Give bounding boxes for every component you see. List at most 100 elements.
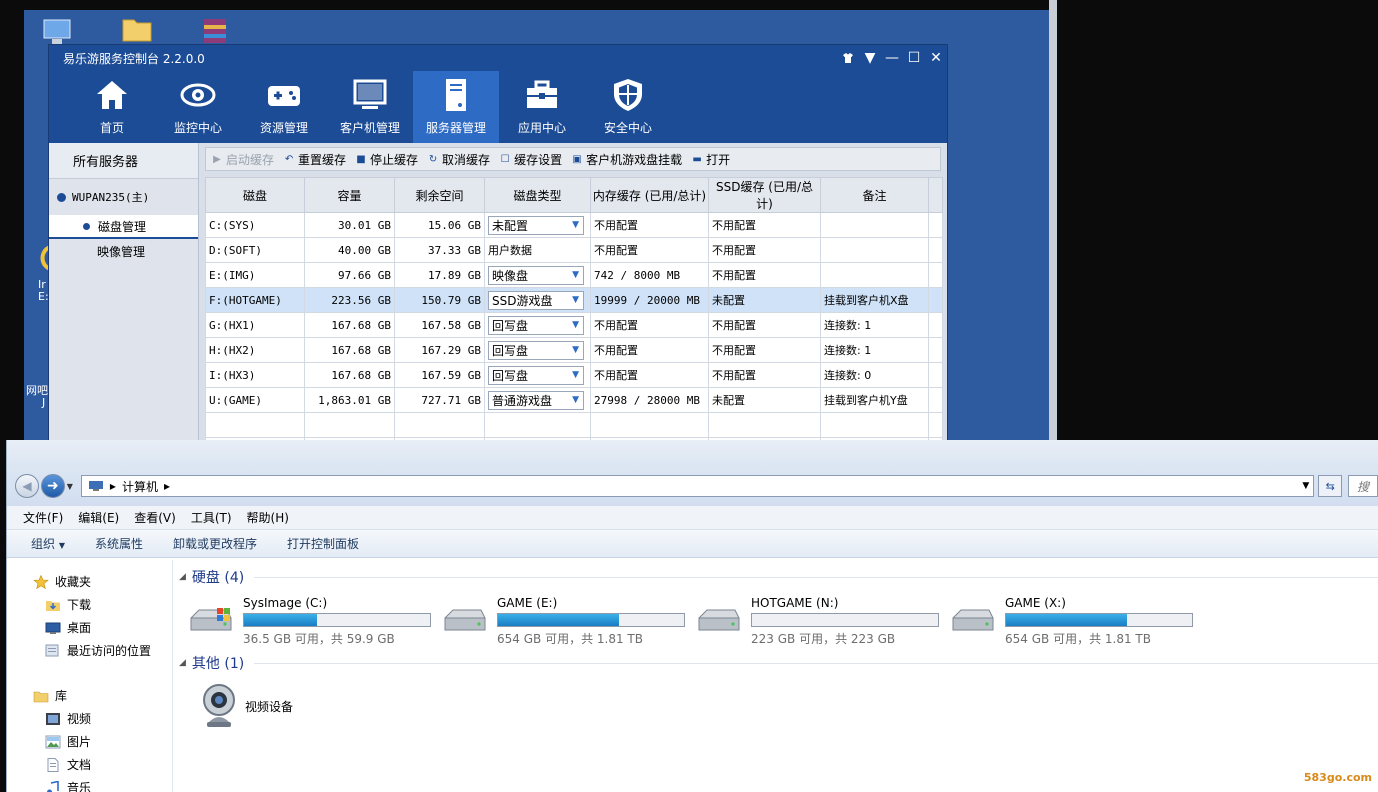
- nav-monitor-center[interactable]: 监控中心: [155, 71, 241, 143]
- menu-dropdown-icon[interactable]: ▼: [859, 47, 881, 69]
- server-console-window: 易乐游服务控制台 2.2.0.0 ▼ — ☐ ✕ 首页 监控中心 资源管理 客户…: [48, 44, 948, 444]
- server-expand-icon[interactable]: [57, 192, 66, 202]
- nav-pictures[interactable]: 图片: [7, 730, 172, 753]
- reset-cache-button[interactable]: ↶ 重置缓存: [284, 151, 346, 168]
- open-control-panel-button[interactable]: 打开控制面板: [287, 535, 359, 552]
- breadcrumb-separator-icon[interactable]: ▸: [110, 479, 116, 493]
- uninstall-program-button[interactable]: 卸载或更改程序: [173, 535, 257, 552]
- drive-tile[interactable]: GAME (E:) 654 GB 可用，共 1.81 TB: [433, 596, 685, 646]
- cancel-cache-button[interactable]: ↻ 取消缓存: [428, 151, 490, 168]
- table-row[interactable]: U:(GAME) 1,863.01 GB 727.71 GB 普通游戏盘 ▼ 27998 …: [205, 387, 943, 413]
- column-header[interactable]: 备注: [820, 177, 929, 213]
- nav-resource-mgmt[interactable]: 资源管理: [241, 71, 327, 143]
- explorer-titlebar[interactable]: [7, 440, 1378, 466]
- organize-button[interactable]: 组织 ▼: [31, 535, 65, 552]
- disk-type-select[interactable]: 普通游戏盘 ▼: [488, 390, 584, 410]
- column-header[interactable]: SSD缓存 (已用/总计): [708, 177, 821, 213]
- drive-tile[interactable]: SysImage (C:) 36.5 GB 可用，共 59.9 GB: [179, 596, 431, 646]
- search-input[interactable]: 搜: [1348, 475, 1378, 497]
- column-header[interactable]: 内存缓存 (已用/总计): [590, 177, 709, 213]
- archive-icon[interactable]: [198, 16, 232, 46]
- sidebar-item-disk-mgmt[interactable]: 磁盘管理: [49, 215, 198, 239]
- table-row[interactable]: D:(SOFT) 40.00 GB 37.33 GB 用户数据 不用配置 不用配置: [205, 237, 943, 263]
- nav-recent-places[interactable]: 最近访问的位置: [7, 639, 172, 662]
- nav-downloads[interactable]: 下载: [7, 593, 172, 616]
- breadcrumb-computer[interactable]: 计算机: [122, 478, 158, 495]
- disk-type-select[interactable]: SSD游戏盘 ▼: [488, 290, 584, 310]
- column-header[interactable]: 磁盘类型: [484, 177, 591, 213]
- nav-music[interactable]: 音乐: [7, 776, 172, 792]
- maximize-icon[interactable]: ☐: [903, 47, 925, 69]
- open-button[interactable]: ▬ 打开: [692, 151, 730, 168]
- sidebar-server-node[interactable]: WUPAN235(主): [49, 179, 198, 215]
- group-header-hard-disks[interactable]: ◢ 硬盘 (4): [179, 566, 1378, 588]
- table-cell-capacity: 40.00 GB: [304, 237, 395, 263]
- skin-icon[interactable]: [837, 47, 859, 69]
- stop-cache-button[interactable]: ■ 停止缓存: [356, 151, 418, 168]
- refresh-button[interactable]: ⇆: [1318, 475, 1343, 497]
- group-header-other[interactable]: ◢ 其他 (1): [179, 652, 1378, 674]
- nav-label: 桌面: [67, 621, 92, 635]
- menu-view[interactable]: 查看(V): [134, 509, 176, 526]
- minimize-icon[interactable]: —: [881, 47, 903, 69]
- menu-tools[interactable]: 工具(T): [191, 509, 232, 526]
- table-row[interactable]: C:(SYS) 30.01 GB 15.06 GB 未配置 ▼ 不用配置 不用配置: [205, 212, 943, 238]
- disk-type-select[interactable]: 回写盘 ▼: [488, 315, 584, 335]
- drive-tile[interactable]: HOTGAME (N:) 223 GB 可用，共 223 GB: [687, 596, 939, 646]
- explorer-menubar: 文件(F) 编辑(E) 查看(V) 工具(T) 帮助(H): [7, 506, 1378, 530]
- button-label: 停止缓存: [370, 152, 419, 167]
- column-header[interactable]: 剩余空间: [394, 177, 485, 213]
- console-titlebar[interactable]: 易乐游服务控制台 2.2.0.0 ▼ — ☐ ✕: [49, 45, 947, 71]
- table-cell-note: 挂载到客户机X盘: [820, 287, 929, 313]
- table-row[interactable]: E:(IMG) 97.66 GB 17.89 GB 映像盘 ▼ 742 / 8000 MB…: [205, 262, 943, 288]
- disk-type-select[interactable]: 未配置 ▼: [488, 215, 584, 235]
- nav-documents[interactable]: 文档: [7, 753, 172, 776]
- nav-libraries[interactable]: 库: [7, 684, 172, 707]
- history-dropdown-icon[interactable]: ▼: [67, 482, 73, 491]
- folder-icon[interactable]: [120, 14, 154, 44]
- nav-security-center[interactable]: 安全中心: [585, 71, 671, 143]
- collapse-triangle-icon[interactable]: ◢: [179, 572, 186, 582]
- back-button[interactable]: ◀: [15, 474, 39, 498]
- disk-type-select[interactable]: 回写盘 ▼: [488, 365, 584, 385]
- menu-edit[interactable]: 编辑(E): [78, 509, 119, 526]
- column-header[interactable]: 磁盘: [205, 177, 305, 213]
- table-cell-free: 37.33 GB: [394, 237, 485, 263]
- drive-tile[interactable]: GAME (X:) 654 GB 可用，共 1.81 TB: [941, 596, 1193, 646]
- menu-help[interactable]: 帮助(H): [247, 509, 289, 526]
- disk-type-select[interactable]: 映像盘 ▼: [488, 265, 584, 285]
- disk-type-select[interactable]: 回写盘 ▼: [488, 340, 584, 360]
- table-row[interactable]: H:(HX2) 167.68 GB 167.29 GB 回写盘 ▼ 不用配置 不用配置 连接数…: [205, 337, 943, 363]
- start-cache-button[interactable]: ▶ 启动缓存: [212, 151, 274, 168]
- server-sidebar: 所有服务器 WUPAN235(主) 磁盘管理 映像管理: [49, 143, 199, 443]
- gamepad-icon: [268, 86, 300, 106]
- table-row[interactable]: F:(HOTGAME) 223.56 GB 150.79 GB SSD游戏盘 ▼ 1999…: [205, 287, 943, 313]
- nav-client-mgmt[interactable]: 客户机管理: [327, 71, 413, 143]
- console-nav: 首页 监控中心 资源管理 客户机管理 服务器管理 应用中心 安全中心: [49, 71, 947, 143]
- client-mount-button[interactable]: ▣ 客户机游戏盘挂载: [572, 151, 682, 168]
- nav-desktop[interactable]: 桌面: [7, 616, 172, 639]
- collapse-triangle-icon[interactable]: ◢: [179, 658, 186, 668]
- sidebar-item-image-mgmt[interactable]: 映像管理: [49, 239, 198, 263]
- system-properties-button[interactable]: 系统属性: [95, 535, 143, 552]
- nav-home[interactable]: 首页: [69, 71, 155, 143]
- menu-file[interactable]: 文件(F): [23, 509, 63, 526]
- table-row[interactable]: G:(HX1) 167.68 GB 167.58 GB 回写盘 ▼ 不用配置 不用配置 连接数…: [205, 312, 943, 338]
- column-header[interactable]: 容量: [304, 177, 395, 213]
- address-input[interactable]: ▸ 计算机 ▸ ▼: [80, 475, 1315, 497]
- table-row[interactable]: I:(HX3) 167.68 GB 167.59 GB 回写盘 ▼ 不用配置 不用配置 连接数…: [205, 362, 943, 388]
- table-cell-note: [820, 262, 929, 288]
- nav-app-center[interactable]: 应用中心: [499, 71, 585, 143]
- nav-server-mgmt[interactable]: 服务器管理: [413, 71, 499, 143]
- breadcrumb-separator-icon[interactable]: ▸: [164, 479, 170, 493]
- column-header-filler: [928, 177, 943, 213]
- address-dropdown-icon[interactable]: ▼: [1302, 481, 1313, 491]
- close-icon[interactable]: ✕: [925, 47, 947, 69]
- sidebar-all-servers[interactable]: 所有服务器: [49, 143, 198, 179]
- document-icon: [47, 757, 59, 772]
- cache-settings-button[interactable]: ☐ 缓存设置: [500, 151, 563, 168]
- forward-button[interactable]: ➜: [40, 474, 65, 498]
- nav-favorites[interactable]: 收藏夹: [7, 570, 172, 593]
- video-device-item[interactable]: 视频设备: [179, 674, 1378, 734]
- nav-videos[interactable]: 视频: [7, 707, 172, 730]
